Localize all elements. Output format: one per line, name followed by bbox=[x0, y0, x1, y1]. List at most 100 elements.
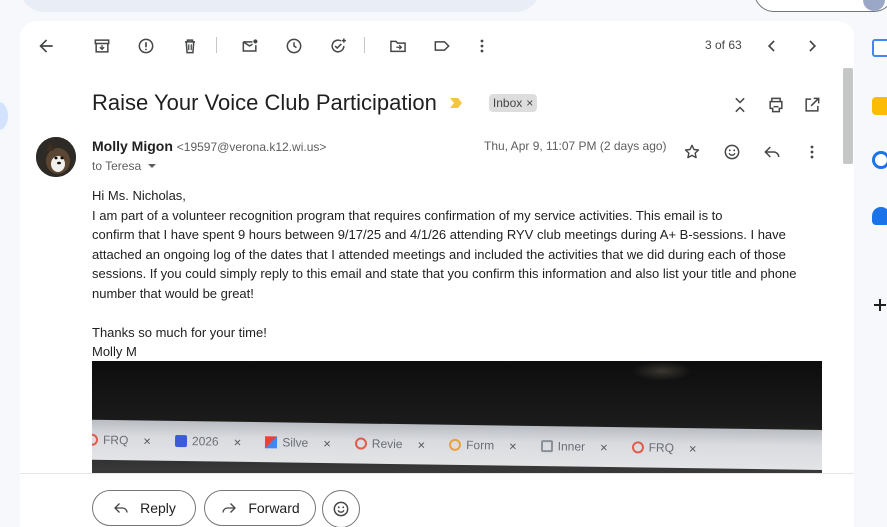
scrollbar-thumb[interactable] bbox=[843, 68, 853, 164]
blue-square-icon bbox=[174, 434, 188, 448]
search-bar-stub[interactable] bbox=[20, 0, 540, 12]
close-icon: × bbox=[233, 434, 242, 450]
body-signature: Molly M bbox=[92, 344, 137, 359]
arrow-left-icon bbox=[39, 39, 53, 53]
open-new-window-button[interactable] bbox=[796, 89, 828, 121]
photo-tab-label: Revie bbox=[371, 436, 403, 452]
message-toolbar: 3 of 63 bbox=[20, 21, 854, 69]
photo-tab-label: FRQ bbox=[648, 440, 675, 455]
more-options-button[interactable] bbox=[466, 30, 498, 62]
inbox-label-chip: Inbox × bbox=[488, 94, 538, 112]
pager-count: 3 of 63 bbox=[705, 38, 742, 52]
close-icon: × bbox=[417, 436, 426, 452]
body-paragraph: confirm that I have spent 9 hours betwee… bbox=[92, 227, 797, 301]
contacts-app-icon[interactable] bbox=[872, 207, 887, 225]
reply-icon-button[interactable] bbox=[756, 136, 788, 168]
sidebar-indicator bbox=[0, 102, 8, 130]
red-ring-icon bbox=[354, 437, 367, 450]
dog-photo-icon bbox=[36, 137, 76, 177]
remove-label-button[interactable]: × bbox=[526, 96, 533, 110]
account-avatar[interactable] bbox=[863, 0, 885, 11]
photo-tab: Inner × bbox=[540, 439, 608, 455]
add-app-icon[interactable] bbox=[872, 297, 887, 313]
close-icon: × bbox=[143, 432, 152, 449]
emoji-icon bbox=[724, 144, 740, 160]
body-thanks: Thanks so much for your time! bbox=[92, 324, 267, 340]
forward-button[interactable]: Forward bbox=[204, 490, 316, 526]
emoji-reaction-button[interactable] bbox=[322, 490, 360, 527]
mark-unread-button[interactable] bbox=[234, 30, 266, 62]
mark-unread-icon bbox=[242, 39, 258, 52]
toolbar-divider bbox=[216, 37, 217, 53]
body-spacer bbox=[92, 303, 832, 323]
back-button[interactable] bbox=[30, 30, 62, 62]
archive-icon bbox=[94, 39, 110, 53]
inline-image-attachment[interactable]: FRQ × 2026 × Silve × Revie × Form × Inner × FRQ × bbox=[92, 361, 822, 473]
subject-row: Raise Your Voice Club Participation Inbo… bbox=[92, 87, 538, 119]
collapse-all-button[interactable] bbox=[724, 89, 756, 121]
message-panel: 3 of 63 Raise Your Voice Club Participat… bbox=[20, 21, 854, 527]
reply-icon bbox=[764, 146, 780, 158]
photo-tab: FRQ × bbox=[92, 432, 151, 448]
tasks-app-icon[interactable] bbox=[872, 151, 887, 169]
red-ring-icon bbox=[92, 433, 99, 446]
body-greeting: Hi Ms. Nicholas, bbox=[92, 188, 186, 203]
photo-tab-label: Silve bbox=[282, 435, 309, 450]
light-glow bbox=[632, 361, 692, 381]
printer-icon bbox=[769, 97, 783, 113]
star-icon bbox=[684, 144, 700, 159]
reply-actions-bar: Reply Forward bbox=[20, 473, 854, 527]
caret-down-icon[interactable] bbox=[147, 161, 157, 171]
report-spam-button[interactable] bbox=[130, 30, 162, 62]
snooze-button[interactable] bbox=[278, 30, 310, 62]
add-reaction-button[interactable] bbox=[716, 136, 748, 168]
close-icon: × bbox=[688, 440, 697, 456]
chevron-left-icon bbox=[767, 40, 775, 52]
newer-button[interactable] bbox=[756, 30, 788, 62]
move-to-button[interactable] bbox=[382, 30, 414, 62]
reply-button[interactable]: Reply bbox=[92, 490, 196, 526]
gray-square-icon bbox=[540, 440, 553, 453]
sender-line: Molly Migon <19597@verona.k12.wi.us> bbox=[92, 138, 326, 154]
body-line: I am part of a volunteer recognition pro… bbox=[92, 207, 723, 223]
collapse-icon bbox=[735, 97, 745, 113]
account-button-stub[interactable] bbox=[754, 0, 887, 12]
sender-email: <19597@verona.k12.wi.us> bbox=[176, 140, 327, 154]
archive-button[interactable] bbox=[86, 30, 118, 62]
labels-button[interactable] bbox=[426, 30, 458, 62]
photo-tab-strip: FRQ × 2026 × Silve × Revie × Form × Inner × FRQ × bbox=[92, 419, 822, 471]
sender-name[interactable]: Molly Migon bbox=[92, 138, 173, 154]
forward-label: Forward bbox=[248, 500, 300, 516]
emoji-icon bbox=[333, 501, 349, 517]
older-button[interactable] bbox=[796, 30, 828, 62]
add-to-tasks-button[interactable] bbox=[322, 30, 354, 62]
photo-tab-label: Inner bbox=[557, 439, 586, 454]
side-panel-rail bbox=[860, 21, 887, 527]
reply-label: Reply bbox=[140, 500, 176, 516]
label-icon bbox=[434, 41, 450, 51]
close-icon: × bbox=[509, 438, 517, 454]
close-icon: × bbox=[323, 435, 331, 451]
toolbar-divider bbox=[364, 37, 365, 53]
chevron-right-icon bbox=[809, 40, 817, 52]
close-icon: × bbox=[599, 439, 608, 455]
sender-avatar[interactable] bbox=[36, 137, 76, 177]
star-button[interactable] bbox=[676, 136, 708, 168]
delete-button[interactable] bbox=[174, 30, 206, 62]
calendar-app-icon[interactable] bbox=[872, 39, 887, 57]
photo-tab: Form × bbox=[449, 437, 517, 453]
recipient-text: to Teresa bbox=[92, 159, 142, 173]
message-body: Hi Ms. Nicholas, I am part of a voluntee… bbox=[92, 186, 832, 362]
label-text: Inbox bbox=[492, 96, 523, 110]
recipient-line[interactable]: to Teresa bbox=[92, 159, 157, 173]
message-more-button[interactable] bbox=[796, 136, 828, 168]
photo-tab: 2026 × bbox=[174, 433, 242, 450]
trash-icon bbox=[185, 39, 195, 54]
photo-tab-label: Form bbox=[466, 438, 495, 453]
keep-app-icon[interactable] bbox=[872, 97, 887, 115]
print-button[interactable] bbox=[760, 89, 792, 121]
more-vert-icon bbox=[810, 145, 814, 159]
photo-tab: FRQ × bbox=[631, 440, 697, 456]
importance-marker-icon[interactable] bbox=[449, 97, 463, 109]
photo-tab-label: FRQ bbox=[102, 432, 129, 448]
